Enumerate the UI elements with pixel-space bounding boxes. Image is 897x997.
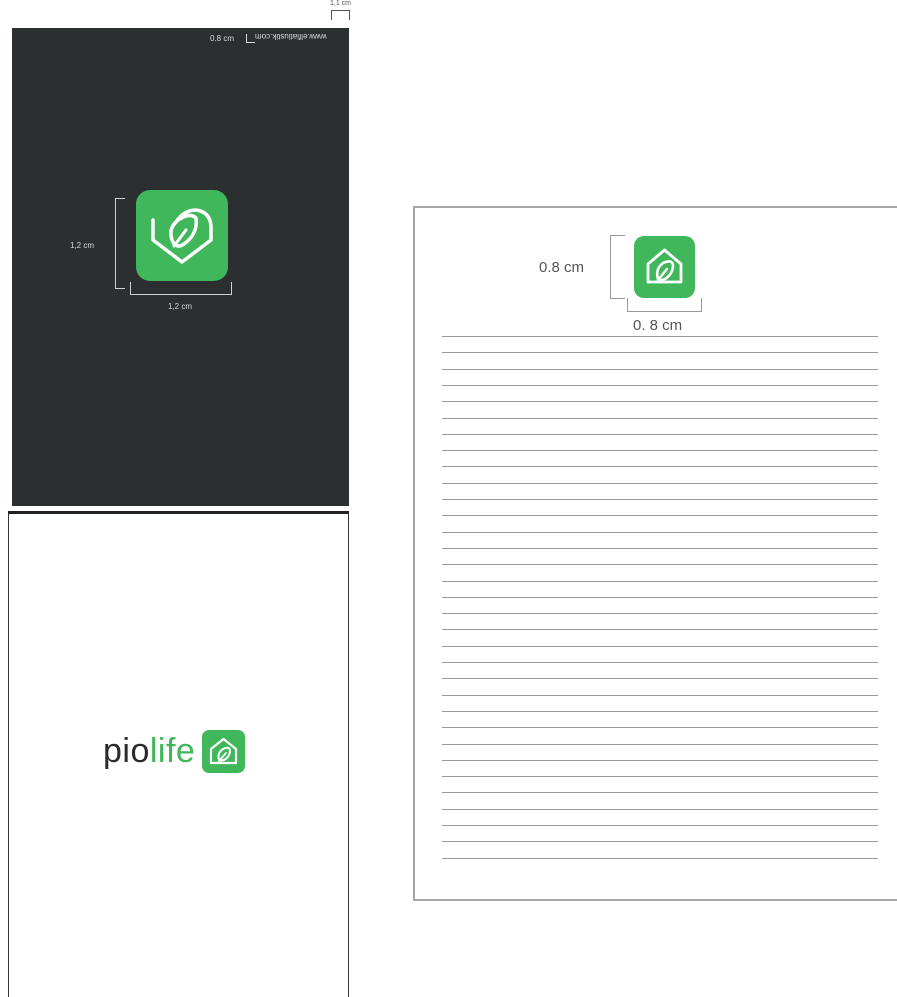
paper-logo-width-label: 0. 8 cm <box>633 317 683 334</box>
top-dimension-bracket <box>331 10 350 20</box>
brand-text-pio: pio <box>103 732 150 770</box>
ruled-line <box>442 792 878 793</box>
ruled-line <box>442 483 878 484</box>
logo-width-label: 1,2 cm <box>168 302 193 311</box>
ruled-line <box>442 695 878 696</box>
ruled-line <box>442 581 878 582</box>
ruled-line <box>442 499 878 500</box>
leaf-house-icon <box>202 730 246 773</box>
cover-margin-label: 0.8 cm <box>210 34 235 43</box>
ruled-line <box>442 369 878 370</box>
ruled-line <box>442 418 878 419</box>
ruled-line <box>442 597 878 598</box>
ruled-line <box>442 662 878 663</box>
brand-wordmark: pio life <box>103 730 246 773</box>
ruled-line <box>442 352 878 353</box>
paper-logo-height-label: 0.8 cm <box>539 259 585 276</box>
ruled-line <box>442 532 878 533</box>
ruled-line <box>442 450 878 451</box>
top-dimension-label: 1,1 cm <box>330 0 352 7</box>
ruled-line <box>442 711 878 712</box>
ruled-line <box>442 646 878 647</box>
ruled-line <box>442 841 878 842</box>
paper-logo-width-bracket <box>627 298 702 312</box>
ruled-line <box>442 744 878 745</box>
ruled-line <box>442 678 878 679</box>
brand-text-life: life <box>149 732 196 770</box>
ruled-line <box>442 858 878 859</box>
ruled-line <box>442 776 878 777</box>
lined-paper: 0.8 cm 0. 8 cm <box>413 206 897 901</box>
logo-width-bracket <box>130 282 232 295</box>
ruled-line <box>442 564 878 565</box>
ruled-line <box>442 825 878 826</box>
ruled-line <box>442 434 878 435</box>
ruled-line <box>442 515 878 516</box>
ruled-line <box>442 548 878 549</box>
leaf-house-icon <box>136 190 228 281</box>
ruled-line <box>442 385 878 386</box>
ruled-line <box>442 760 878 761</box>
logo-height-bracket <box>115 198 125 289</box>
dark-cover: www.elfiatiustik.com 0.8 cm 1,2 cm 1,2 c… <box>12 28 349 506</box>
ruled-line <box>442 613 878 614</box>
ruled-line <box>442 809 878 810</box>
ruled-line <box>442 629 878 630</box>
logo-height-label: 1,2 cm <box>70 241 95 250</box>
cover-url-text: www.elfiatiustik.com <box>255 32 327 41</box>
ruled-line <box>442 466 878 467</box>
cover-margin-bracket <box>246 34 255 43</box>
white-cover: pio life <box>8 514 349 997</box>
leaf-house-icon <box>634 236 695 298</box>
ruled-line <box>442 727 878 728</box>
ruled-line <box>442 336 878 337</box>
paper-logo-height-bracket <box>610 235 625 299</box>
ruled-line <box>442 401 878 402</box>
